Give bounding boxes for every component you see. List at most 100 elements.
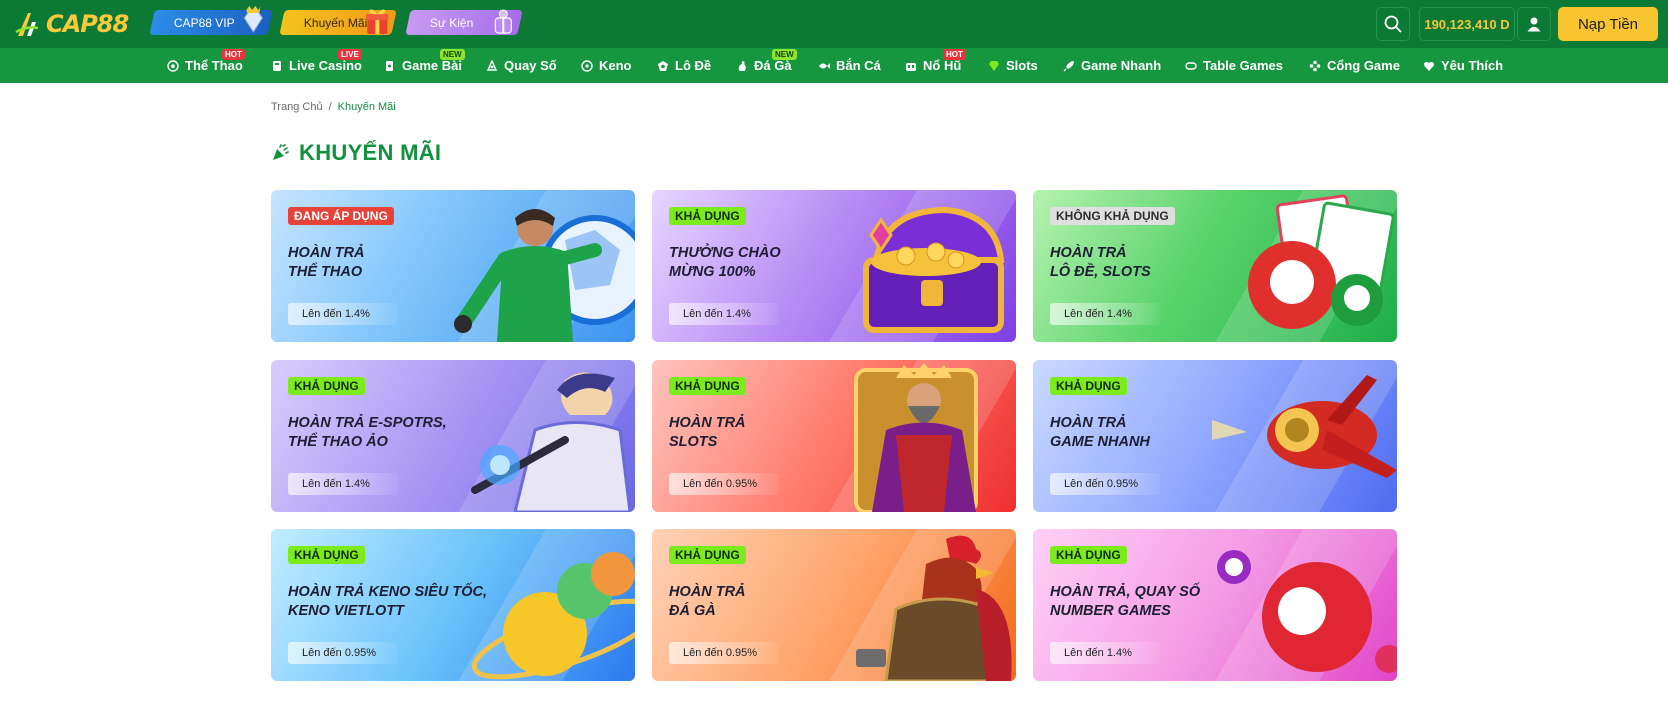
nav-item-label: Keno [599, 58, 632, 73]
promo-up-to: Lên đến 1.4% [1050, 642, 1160, 664]
page-title-text: KHUYẾN MÃI [299, 140, 442, 165]
nav-item-label: Nổ Hũ [923, 58, 962, 73]
breadcrumb-current: Khuyến Mãi [337, 101, 396, 113]
nav-item-keno[interactable]: Keno [581, 48, 632, 83]
nav-item-label: Live Casino [289, 58, 362, 73]
promo-status-tag: KHẢ DỤNG [669, 207, 746, 225]
promo-status-tag: KHẢ DỤNG [288, 377, 365, 395]
search-icon [1384, 15, 1402, 33]
nav-item-live-casino[interactable]: Live Casino LIVE [271, 48, 362, 83]
live-badge: LIVE [338, 49, 362, 60]
rooster-icon [738, 60, 746, 71]
diamond-icon [243, 6, 263, 33]
nav-item-label: Game Nhanh [1081, 58, 1162, 73]
vip-pill-label: CAP88 VIP [174, 15, 235, 30]
promo-card[interactable]: KHẢ DỤNG HOÀN TRẢ KENO SIÊU TỐC, KENO VI… [271, 529, 635, 681]
nav-item-label: Lô Đề [675, 58, 712, 73]
fish-icon [819, 62, 830, 69]
hot-badge: HOT [222, 49, 245, 60]
account-button[interactable] [1517, 7, 1551, 41]
promo-card[interactable]: KHẢ DỤNG HOÀN TRẢ GAME NHANH Lên đến 0.9… [1033, 360, 1397, 512]
rooster-warrior-icon [856, 535, 1012, 681]
hot-badge: HOT [943, 49, 966, 60]
new-badge: NEW [772, 49, 797, 60]
promo-card[interactable]: KHÔNG KHẢ DỤNG HOÀN TRẢ LÔ ĐỀ, SLOTS Lên… [1033, 190, 1397, 342]
promo-status-tag: ĐANG ÁP DỤNG [288, 207, 394, 225]
nav-item-table-games[interactable]: Table Games [1185, 48, 1283, 83]
user-icon [1527, 17, 1541, 32]
keno-balls-icon [471, 552, 635, 680]
promo-card[interactable]: ĐANG ÁP DỤNG HOÀN TRẢ THỂ THAO Lên đến 1… [271, 190, 635, 342]
promo-up-to: Lên đến 1.4% [669, 303, 779, 325]
nav-item-card-games[interactable]: Game Bài NEW [384, 48, 465, 83]
promo-status-tag: KHÔNG KHẢ DỤNG [1050, 207, 1175, 225]
diamond-icon [989, 60, 999, 71]
gamepad-icon [1309, 60, 1321, 71]
nav-item-game-portal[interactable]: Cổng Game [1309, 48, 1400, 83]
logo-text: CAP88 [46, 10, 129, 38]
table-icon [1185, 61, 1197, 70]
promo-card[interactable]: KHẢ DỤNG THƯỞNG CHÀO MỪNG 100% Lên đến 1… [652, 190, 1016, 342]
esports-hero-icon [471, 372, 632, 512]
nav-item-slots[interactable]: Slots [988, 48, 1038, 83]
lottery-ball-icon [1217, 550, 1397, 673]
nav-item-label: Đá Gà [754, 58, 792, 73]
new-badge: NEW [440, 49, 465, 60]
promo-status-tag: KHẢ DỤNG [1050, 546, 1127, 564]
gift-icon [366, 9, 389, 34]
promo-up-to: Lên đến 0.95% [288, 642, 398, 664]
bingo-balls-icon [1248, 194, 1395, 329]
nav-item-fishing[interactable]: Bắn Cá [818, 48, 881, 83]
search-button[interactable] [1376, 7, 1410, 41]
logo-mark-icon [15, 13, 39, 36]
promo-card[interactable]: KHẢ DỤNG HOÀN TRẢ SLOTS Lên đến 0.95% [652, 360, 1016, 512]
goalkeeper-icon [454, 209, 635, 342]
breadcrumb: Trang Chủ / Khuyến Mãi [271, 101, 396, 113]
main-nav: Thể Thao HOT Live Casino LIVE Game Bài N… [0, 48, 1668, 83]
nav-item-label: Game Bài [402, 58, 462, 73]
nav-item-cockfight[interactable]: Đá Gà NEW [736, 48, 797, 83]
deposit-button[interactable]: Nạp Tiền [1558, 7, 1658, 41]
promo-up-to: Lên đến 1.4% [288, 303, 398, 325]
promo-status-tag: KHẢ DỤNG [288, 546, 365, 564]
nav-item-jackpot[interactable]: Nổ Hũ HOT [905, 48, 966, 83]
soccer-icon [167, 59, 179, 72]
promo-status-tag: KHẢ DỤNG [669, 546, 746, 564]
promotion-pill[interactable]: Khuyến Mãi [279, 9, 397, 35]
nav-item-label: Cổng Game [1327, 58, 1400, 73]
nav-item-label: Slots [1006, 58, 1038, 73]
promo-up-to: Lên đến 1.4% [1050, 303, 1160, 325]
nav-item-label: Quay Số [504, 58, 557, 73]
lode-icon [658, 60, 668, 71]
breadcrumb-home[interactable]: Trang Chủ [271, 101, 323, 113]
breadcrumb-separator: / [328, 101, 332, 113]
jackpot-icon [906, 62, 916, 71]
promotion-pill-label: Khuyến Mãi [304, 15, 368, 30]
gift-box-icon [494, 9, 512, 34]
promo-card[interactable]: KHẢ DỤNG HOÀN TRẢ E-SPOTRS, THỂ THAO ẢO … [271, 360, 635, 512]
vip-pill[interactable]: CAP88 VIP [149, 6, 273, 35]
nav-item-lode[interactable]: Lô Đề [657, 48, 711, 83]
nav-item-quick-games[interactable]: Game Nhanh [1063, 48, 1161, 83]
nav-item-label: Thể Thao [185, 58, 243, 73]
promo-card[interactable]: KHẢ DỤNG HOÀN TRẢ, QUAY SỐ NUMBER GAMES … [1033, 529, 1397, 681]
party-popper-icon [273, 144, 289, 160]
nav-item-lottery[interactable]: Quay Số [486, 48, 557, 83]
promo-up-to: Lên đến 0.95% [669, 642, 779, 664]
page-title: KHUYẾN MÃI [271, 140, 441, 166]
logo[interactable]: CAP88 [14, 9, 129, 39]
cards-icon [386, 60, 393, 71]
event-pill-label: Sự Kiện [430, 15, 474, 30]
treasure-chest-icon [863, 206, 1005, 333]
nav-item-sports[interactable]: Thể Thao HOT [167, 48, 245, 83]
rocket-icon [1063, 60, 1074, 71]
promo-card[interactable]: KHẢ DỤNG HOÀN TRẢ ĐÁ GÀ Lên đến 0.95% [652, 529, 1016, 681]
balance-display[interactable]: 190,123,410 D [1419, 7, 1515, 41]
king-icon [854, 363, 978, 512]
promo-up-to: Lên đến 1.4% [288, 473, 398, 495]
top-header: CAP88 CAP88 VIP Khuyến Mãi Sự Kiện 190,1 [0, 0, 1668, 48]
lottery-icon [486, 59, 498, 71]
nav-item-label: Yêu Thích [1441, 58, 1504, 73]
event-pill[interactable]: Sự Kiện [405, 9, 523, 35]
nav-item-favorites[interactable]: Yêu Thích [1423, 48, 1503, 83]
